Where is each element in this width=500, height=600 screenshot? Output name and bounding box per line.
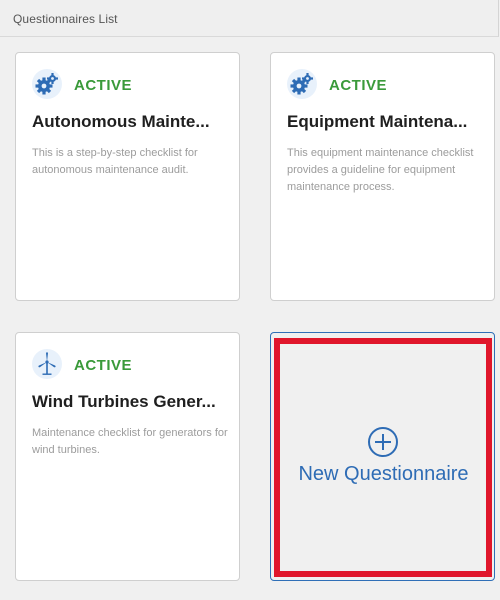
status-badge: ACTIVE [74, 77, 133, 94]
card-title: Autonomous Mainte... [32, 112, 210, 131]
plus-circle-icon [367, 426, 399, 458]
card-title: Equipment Maintena... [287, 112, 468, 131]
questionnaire-card-wind-turbines-generators[interactable]: ACTIVE Wind Turbines Gener... Maintenanc… [15, 332, 240, 581]
status-badge: ACTIVE [329, 77, 388, 94]
gears-icon [32, 69, 62, 99]
wind-turbine-icon [32, 349, 62, 379]
card-description: This is a step-by-step checklist for aut… [32, 147, 198, 176]
gears-icon [287, 69, 317, 99]
status-badge: ACTIVE [74, 357, 133, 374]
new-questionnaire-button[interactable]: New Questionnaire [270, 332, 495, 581]
card-description: Maintenance checklist for generators for… [32, 427, 228, 456]
questionnaire-card-equipment-maintenance[interactable]: ACTIVE Equipment Maintena... This equipm… [270, 52, 495, 301]
page-title: Questionnaires List [13, 12, 118, 26]
questionnaire-card-autonomous-maintenance[interactable]: ACTIVE Autonomous Mainte... This is a st… [15, 52, 240, 301]
card-title: Wind Turbines Gener... [32, 392, 216, 411]
new-questionnaire-label: New Questionnaire [298, 463, 469, 485]
card-description: This equipment maintenance checklist pro… [287, 147, 474, 193]
page-header: Questionnaires List [0, 0, 499, 37]
